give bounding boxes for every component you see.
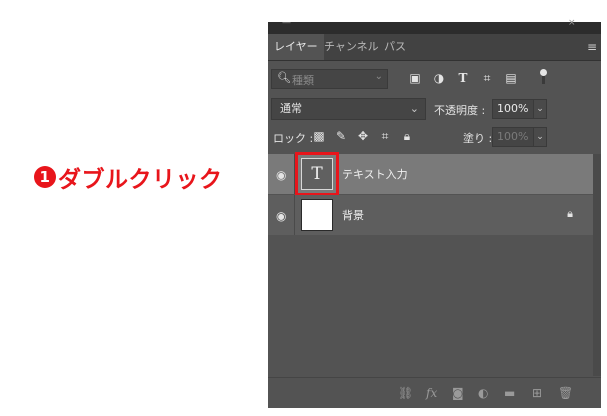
eye-icon[interactable]: ◉ <box>276 168 286 182</box>
adjustment-layer-icon[interactable]: ◐ <box>478 386 488 400</box>
opacity-dropdown-button[interactable]: ⌄ <box>533 99 547 119</box>
lock-position-icon[interactable]: ✥ <box>356 129 370 143</box>
add-mask-icon[interactable]: ◙ <box>452 386 464 400</box>
shape-layer-filter-icon[interactable]: ⌗ <box>480 71 494 85</box>
background-layer-thumbnail[interactable] <box>301 199 333 231</box>
layer-name[interactable]: テキスト入力 <box>342 166 408 182</box>
lock-label: ロック : <box>273 132 314 145</box>
link-layers-icon[interactable]: ⛓ <box>398 386 413 400</box>
chevron-down-icon: ⌄ <box>374 71 383 82</box>
panel-menu-icon[interactable]: ≡ <box>587 34 597 60</box>
adjustment-layer-filter-icon[interactable]: ◑ <box>432 71 446 85</box>
lock-all-icon[interactable]: 🔒︎ <box>400 129 414 143</box>
lock-transparent-pixels-icon[interactable]: ▩ <box>312 129 326 143</box>
layer-name[interactable]: 背景 <box>342 207 364 223</box>
double-click-annotation: 1 ダブルクリック <box>34 162 223 193</box>
chevron-down-icon: ⌄ <box>409 102 419 115</box>
highlight-box <box>295 152 339 196</box>
prevent-auto-nesting-icon[interactable]: ⌗ <box>378 129 392 143</box>
blend-row: 通常 ⌄ 不透明度 : 100% ⌄ <box>268 98 601 122</box>
layer-filter-row: 🔍︎ 種類 ⌄ ▣ ◑ T ⌗ ▤ <box>268 68 601 92</box>
layers-panel: — × レイヤー チャンネル パス ≡ 🔍︎ 種類 ⌄ ▣ ◑ T ⌗ ▤ 通常… <box>268 18 601 408</box>
type-layer-filter-icon[interactable]: T <box>456 71 470 85</box>
fill-label: 塗り : <box>463 132 493 145</box>
trash-icon[interactable]: 🗑︎ <box>558 386 573 400</box>
fill-input[interactable]: 100% <box>492 127 537 147</box>
filter-kind-label: 種類 <box>292 74 314 87</box>
lock-image-pixels-icon[interactable]: ✎ <box>334 129 348 143</box>
blend-mode-value: 通常 <box>280 102 302 115</box>
tab-channels[interactable]: チャンネル <box>318 34 385 60</box>
new-group-folder-icon[interactable]: ▬ <box>504 386 515 400</box>
lock-icon: 🔒︎ <box>567 207 573 220</box>
fx-icon[interactable]: fx <box>426 386 437 400</box>
pixel-layer-filter-icon[interactable]: ▣ <box>408 71 422 85</box>
blend-mode-dropdown[interactable]: 通常 ⌄ <box>271 98 426 120</box>
search-icon: 🔍︎ <box>277 71 291 84</box>
step-number-badge: 1 <box>34 166 56 188</box>
opacity-input[interactable]: 100% <box>492 99 537 119</box>
layers-bottom-toolbar: ⛓ fx ◙ ◐ ▬ ⊞ 🗑︎ <box>268 377 601 408</box>
tab-paths[interactable]: パス <box>378 34 412 60</box>
annotation-text: ダブルクリック <box>58 167 223 193</box>
layer-list-scrollbar[interactable] <box>593 154 601 376</box>
smart-object-filter-icon[interactable]: ▤ <box>504 71 518 85</box>
fill-dropdown-button[interactable]: ⌄ <box>533 127 547 147</box>
layer-row-background[interactable]: ◉ 背景 🔒︎ <box>268 195 601 235</box>
filter-toggle-switch[interactable] <box>540 69 547 84</box>
panel-title-strip: — × <box>268 18 601 34</box>
opacity-label: 不透明度 : <box>434 104 486 117</box>
eye-icon[interactable]: ◉ <box>276 209 286 223</box>
close-panel-icon[interactable]: × <box>568 18 576 28</box>
filter-kind-dropdown[interactable]: 🔍︎ 種類 ⌄ <box>271 69 388 89</box>
lock-row: ロック : ▩ ✎ ✥ ⌗ 🔒︎ 塗り : 100% ⌄ <box>268 126 601 150</box>
panel-tabs: レイヤー チャンネル パス ≡ <box>268 34 601 61</box>
tab-layers[interactable]: レイヤー <box>268 34 324 60</box>
collapse-icon[interactable]: — <box>282 18 291 28</box>
new-layer-icon[interactable]: ⊞ <box>532 386 542 400</box>
layer-row-text[interactable]: ◉ T テキスト入力 <box>268 152 601 196</box>
